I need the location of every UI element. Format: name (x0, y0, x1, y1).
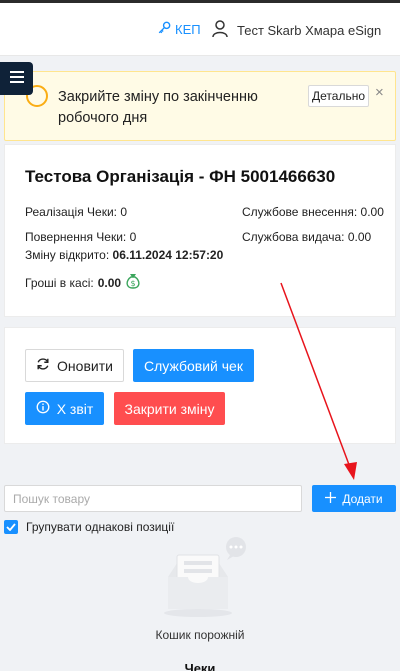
top-bar: КЕП Тест Skarb Хмара eSign (0, 0, 400, 56)
group-items-checkbox[interactable] (4, 520, 18, 534)
sales-checks: Реалізація Чеки: 0 (25, 205, 128, 219)
refresh-button[interactable]: Оновити (25, 349, 124, 382)
close-icon[interactable]: × (375, 84, 384, 101)
service-withdrawal: Службова видача: 0.00 (242, 230, 372, 244)
hamburger-icon (9, 70, 24, 88)
group-items-row: Групувати однакові позиції (4, 520, 174, 534)
empty-cart-label: Кошик порожній (155, 628, 245, 642)
x-report-button[interactable]: X звіт (25, 392, 104, 425)
user-menu[interactable]: Тест Skarb Хмара eSign (212, 20, 381, 41)
close-shift-button[interactable]: Закрити зміну (114, 392, 225, 425)
menu-toggle-button[interactable] (0, 62, 33, 95)
shift-opened-label: Зміну відкрито: (25, 248, 110, 262)
refresh-icon (36, 357, 50, 374)
actions-card: Оновити Службовий чек X звіт Закрити змі… (4, 327, 396, 444)
plus-icon (325, 491, 337, 506)
user-icon (212, 20, 228, 41)
organization-title: Тестова Організація - ФН 5001466630 (25, 167, 336, 186)
details-button[interactable]: Детально (308, 85, 369, 107)
service-check-button[interactable]: Службовий чек (133, 349, 254, 382)
return-checks: Повернення Чеки: 0 (25, 230, 137, 244)
kep-label: КЕП (175, 22, 201, 37)
shift-opened: Зміну відкрито: 06.11.2024 12:57:20 (25, 248, 223, 262)
info-icon (36, 400, 50, 417)
x-report-label: X звіт (56, 400, 94, 417)
shift-opened-value: 06.11.2024 12:57:20 (112, 248, 224, 262)
warning-alert: Закрийте зміну по закінченню робочого дн… (4, 71, 396, 141)
service-deposit: Службове внесення: 0.00 (242, 205, 384, 219)
svg-text:$: $ (131, 279, 136, 288)
kep-link[interactable]: КЕП (157, 21, 201, 38)
cash-in-register: Гроші в касі: 0.00 $ (25, 272, 141, 293)
checks-section-title: Чеки (184, 661, 216, 671)
add-button[interactable]: Додати (312, 485, 396, 512)
product-search-input[interactable] (4, 485, 302, 512)
add-label: Додати (342, 491, 383, 506)
cash-value: 0.00 (97, 275, 122, 290)
refresh-label: Оновити (57, 357, 113, 374)
alert-message: Закрийте зміну по закінченню робочого дн… (58, 89, 258, 126)
shift-info-card: Тестова Організація - ФН 5001466630 Реал… (4, 144, 396, 317)
user-name: Тест Skarb Хмара eSign (237, 23, 382, 38)
group-items-label: Групувати однакові позиції (26, 520, 175, 534)
empty-cart-icon (164, 537, 246, 617)
money-bag-icon: $ (125, 272, 141, 293)
key-icon (157, 21, 171, 38)
cash-label: Гроші в касі: (25, 275, 94, 290)
